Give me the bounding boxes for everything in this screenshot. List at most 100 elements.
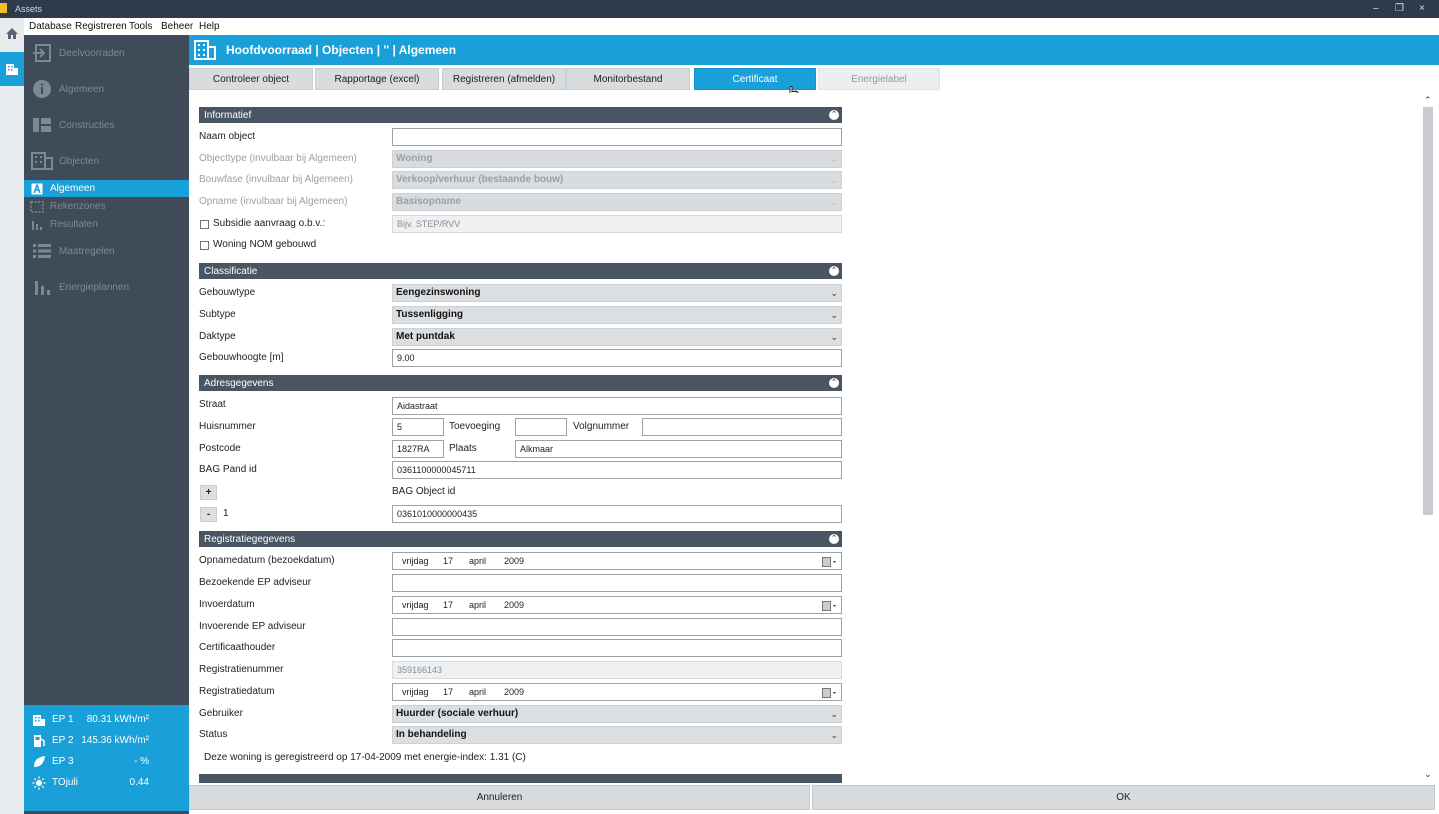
objecttype-label: Objecttype (invulbaar bij Algemeen) bbox=[199, 153, 357, 164]
sidebar-item-deelvoorraden[interactable]: Deelvoorraden bbox=[24, 42, 189, 64]
collapse-icon[interactable]: ⌃ bbox=[829, 534, 839, 544]
scrollbar-thumb[interactable] bbox=[1423, 107, 1433, 515]
status-select[interactable]: In behandeling ⌄ bbox=[392, 726, 842, 744]
home-icon[interactable] bbox=[0, 23, 24, 43]
sidebar-item-maatregelen[interactable]: Maatregelen bbox=[24, 240, 189, 262]
section-header-registratiegegevens[interactable]: Registratiegegevens ⌃ bbox=[199, 531, 842, 547]
cancel-button[interactable]: Annuleren bbox=[189, 785, 810, 810]
bouwfase-select: Verkoop/verhuur (bestaande bouw) ⌄ bbox=[392, 171, 842, 189]
menu-help[interactable]: Help bbox=[199, 21, 220, 32]
tab-rapportage[interactable]: Rapportage (excel) bbox=[315, 68, 439, 90]
naam-object-input[interactable] bbox=[392, 128, 842, 146]
menu-registreren[interactable]: Registreren bbox=[75, 21, 127, 32]
certificaathouder-label: Certificaathouder bbox=[199, 642, 276, 653]
page-header: Hoofdvoorraad | Objecten | '' | Algemeen bbox=[189, 35, 1439, 65]
volgnummer-input[interactable] bbox=[642, 418, 842, 436]
ep-row: EP 2 145.36 kWh/m² bbox=[24, 731, 189, 751]
bag-pand-input[interactable]: 0361100000045711 bbox=[392, 461, 842, 479]
tab-monitorbestand[interactable]: Monitorbestand bbox=[566, 68, 690, 90]
calendar-icon[interactable] bbox=[822, 687, 838, 698]
building-icon bbox=[31, 150, 53, 172]
invoerdatum-picker[interactable]: vrijdag 17 april 2009 bbox=[392, 596, 842, 614]
sidebar-subitem-rekenzones[interactable]: Rekenzones bbox=[24, 198, 189, 215]
chevron-down-icon: ⌄ bbox=[830, 154, 838, 164]
registratienummer-label: Registratienummer bbox=[199, 664, 284, 675]
subsidie-label: Subsidie aanvraag o.b.v.: bbox=[213, 218, 326, 229]
subtype-select[interactable]: Tussenligging ⌄ bbox=[392, 306, 842, 324]
tab-energielabel: Energielabel bbox=[818, 68, 940, 90]
plaats-label: Plaats bbox=[449, 443, 477, 454]
gebouwhoogte-input[interactable]: 9.00 bbox=[392, 349, 842, 367]
sidebar-subitem-resultaten[interactable]: Resultaten bbox=[24, 216, 189, 233]
section-header-next[interactable] bbox=[199, 774, 842, 783]
collapse-icon[interactable]: ⌃ bbox=[829, 110, 839, 120]
ep-row: TOjuli 0.44 bbox=[24, 773, 189, 793]
gebruiker-select[interactable]: Huurder (sociale verhuur) ⌄ bbox=[392, 705, 842, 723]
subsidie-checkbox[interactable] bbox=[200, 220, 209, 229]
certificaathouder-input[interactable] bbox=[392, 639, 842, 657]
registratiedatum-label: Registratiedatum bbox=[199, 686, 275, 697]
invoerende-adviseur-input[interactable] bbox=[392, 618, 842, 636]
scroll-up-icon[interactable]: ⌃ bbox=[1424, 95, 1432, 106]
menu-database[interactable]: Database bbox=[29, 21, 72, 32]
chevron-down-icon: ⌄ bbox=[830, 175, 838, 185]
postcode-input[interactable]: 1827RA bbox=[392, 440, 444, 458]
straat-input[interactable]: Aidastraat bbox=[392, 397, 842, 415]
opnamedatum-picker[interactable]: vrijdag 17 april 2009 bbox=[392, 552, 842, 570]
add-bag-object-button[interactable]: + bbox=[200, 485, 217, 500]
postcode-label: Postcode bbox=[199, 443, 241, 454]
toevoeging-input[interactable] bbox=[515, 418, 567, 436]
section-header-classificatie[interactable]: Classificatie ⌃ bbox=[199, 263, 842, 279]
tab-registreren[interactable]: Registreren (afmelden) bbox=[442, 68, 566, 90]
chevron-down-icon: ⌄ bbox=[830, 730, 838, 740]
bezoekende-adviseur-input[interactable] bbox=[392, 574, 842, 592]
menu-beheer[interactable]: Beheer bbox=[161, 21, 193, 32]
chevron-down-icon: ⌄ bbox=[830, 310, 838, 320]
chevron-down-icon: ⌄ bbox=[830, 288, 838, 298]
plaats-input[interactable]: Alkmaar bbox=[515, 440, 842, 458]
bag-object-input[interactable]: 0361010000000435 bbox=[392, 505, 842, 523]
ok-button[interactable]: OK bbox=[812, 785, 1435, 810]
form-scrollbar[interactable]: ⌃ ⌄ bbox=[1419, 93, 1439, 783]
woning-nom-checkbox[interactable] bbox=[200, 241, 209, 250]
sidebar-subitem-algemeen[interactable]: Algemeen bbox=[24, 180, 189, 197]
chevron-down-icon: ⌄ bbox=[830, 709, 838, 719]
huisnummer-input[interactable]: 5 bbox=[392, 418, 444, 436]
subtype-label: Subtype bbox=[199, 309, 236, 320]
section-header-informatief[interactable]: Informatief ⌃ bbox=[199, 107, 842, 123]
remove-bag-object-button[interactable]: - bbox=[200, 507, 217, 522]
left-icon-strip bbox=[0, 18, 24, 814]
daktype-label: Daktype bbox=[199, 331, 236, 342]
zones-icon bbox=[29, 198, 45, 215]
calendar-icon[interactable] bbox=[822, 556, 838, 567]
section-header-adresgegevens[interactable]: Adresgegevens ⌃ bbox=[199, 375, 842, 391]
collapse-icon[interactable]: ⌃ bbox=[829, 378, 839, 388]
minimize-button[interactable]: – bbox=[1373, 3, 1379, 14]
status-label: Status bbox=[199, 729, 228, 740]
building-icon[interactable] bbox=[0, 52, 24, 86]
gebouwtype-select[interactable]: Eengezinswoning ⌄ bbox=[392, 284, 842, 302]
bouwfase-label: Bouwfase (invulbaar bij Algemeen) bbox=[199, 174, 353, 185]
leaf-icon bbox=[31, 754, 47, 770]
restore-button[interactable]: ❐ bbox=[1395, 3, 1404, 14]
sun-icon bbox=[31, 775, 47, 791]
collapse-icon[interactable]: ⌃ bbox=[829, 266, 839, 276]
calendar-icon[interactable] bbox=[822, 600, 838, 611]
sidebar-item-algemeen[interactable]: Algemeen bbox=[24, 78, 189, 100]
subsidie-input[interactable]: Bijv. STEP/RVV bbox=[392, 215, 842, 233]
straat-label: Straat bbox=[199, 399, 226, 410]
registratiedatum-picker[interactable]: vrijdag 17 april 2009 bbox=[392, 683, 842, 701]
sidebar-item-objecten[interactable]: Objecten bbox=[24, 150, 189, 172]
daktype-select[interactable]: Met puntdak ⌄ bbox=[392, 328, 842, 346]
close-button[interactable]: × bbox=[1419, 3, 1425, 14]
tab-controleer-object[interactable]: Controleer object bbox=[189, 68, 313, 90]
footer-actions: Annuleren OK bbox=[189, 785, 1439, 810]
naam-object-label: Naam object bbox=[199, 131, 256, 142]
bag-object-index: 1 bbox=[223, 508, 229, 519]
menu-tools[interactable]: Tools bbox=[129, 21, 152, 32]
scroll-down-icon[interactable]: ⌄ bbox=[1424, 769, 1432, 780]
fuel-pump-icon bbox=[31, 733, 47, 749]
object-form: Informatief ⌃ Naam object Objecttype (in… bbox=[189, 93, 1419, 783]
sidebar-item-constructies[interactable]: Constructies bbox=[24, 114, 189, 136]
sidebar-item-energieplannen[interactable]: Energieplannen bbox=[24, 276, 189, 298]
